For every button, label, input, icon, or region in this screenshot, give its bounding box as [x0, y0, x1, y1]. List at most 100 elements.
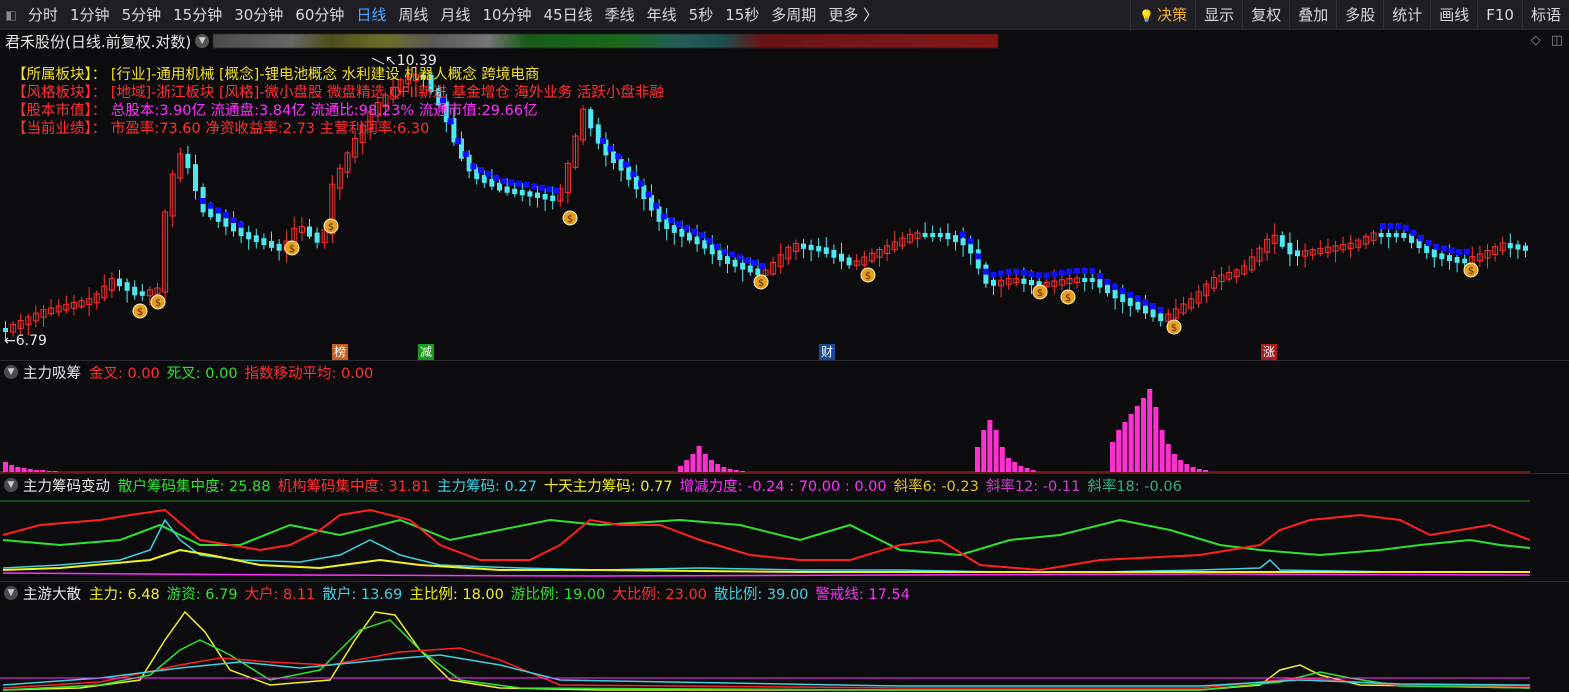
- event-marker[interactable]: 涨: [1261, 344, 1277, 360]
- signal-dot: [600, 138, 606, 144]
- candle-down: [1150, 309, 1156, 318]
- line-big-holder: [2, 647, 1531, 689]
- money-bag-icon[interactable]: $: [753, 274, 769, 290]
- histogram-bar: [46, 471, 52, 472]
- signal-dot: [523, 181, 530, 188]
- high-price-label: ↖10.39: [385, 53, 437, 69]
- signal-dot: [622, 161, 629, 168]
- signal-dot: [1142, 299, 1149, 306]
- candle-down: [937, 233, 943, 237]
- histogram-bar: [3, 462, 8, 472]
- indicator-value: 主力筹码: 0.27: [437, 478, 537, 495]
- candle-down: [991, 279, 996, 286]
- histogram-bar: [1184, 464, 1190, 472]
- signal-dot: [660, 213, 667, 220]
- histogram-bar: [40, 470, 46, 472]
- money-bag-icon[interactable]: $: [1463, 262, 1479, 278]
- indicator-value: 大比例: 23.00: [612, 586, 707, 603]
- indicator-value: 游比例: 19.00: [510, 586, 606, 603]
- signal-dot: [1074, 268, 1080, 274]
- event-marker[interactable]: 减: [418, 344, 434, 360]
- signal-dot: [1104, 278, 1111, 285]
- money-bag-icon[interactable]: $: [150, 294, 166, 310]
- histogram-bar: [1006, 458, 1011, 472]
- candle-down: [1431, 249, 1437, 258]
- chevron-down-icon[interactable]: ▼: [4, 365, 18, 379]
- svg-text:$: $: [1037, 288, 1043, 299]
- money-bag-icon[interactable]: $: [562, 210, 578, 226]
- indicator-value: 斜率18: -0.06: [1087, 478, 1182, 495]
- histogram-bar: [999, 447, 1005, 472]
- signal-dot: [1440, 245, 1447, 252]
- candle-down: [1454, 256, 1460, 263]
- signal-dot: [990, 271, 997, 278]
- signal-dot: [1448, 247, 1455, 254]
- candle-down: [253, 235, 259, 243]
- event-marker[interactable]: 榜: [332, 344, 348, 360]
- candle-down: [1029, 279, 1034, 286]
- money-bag-icon[interactable]: $: [132, 303, 148, 319]
- money-bag-icon[interactable]: $: [1032, 284, 1048, 300]
- candle-down: [1135, 301, 1141, 310]
- signal-dot: [1013, 268, 1020, 275]
- signal-dot: [1051, 271, 1058, 278]
- signal-dot: [1043, 272, 1050, 279]
- candle-down: [535, 192, 540, 198]
- money-bag-icon[interactable]: $: [1060, 289, 1076, 305]
- panel-header-accumulation: ▼ 主力吸筹 金叉: 0.00 死叉: 0.00 指数移动平均: 0.00: [0, 361, 1569, 383]
- indicator-value: 游资: 6.79: [166, 586, 238, 603]
- candle-down: [314, 232, 320, 243]
- money-bag-icon[interactable]: $: [284, 240, 300, 256]
- svg-text:$: $: [865, 271, 871, 282]
- panel-name[interactable]: 主游大散: [23, 583, 81, 604]
- histogram-bar: [715, 464, 721, 472]
- signal-dot: [200, 198, 206, 204]
- signal-dot: [1005, 268, 1012, 275]
- histogram-bar: [1024, 468, 1030, 472]
- line-institution-concentration: [2, 508, 1531, 572]
- candle-down: [1439, 253, 1445, 260]
- line-change-force: [2, 572, 1531, 577]
- histogram-bar: [1153, 407, 1159, 472]
- chevron-down-icon[interactable]: ▼: [4, 586, 18, 600]
- histogram-bar: [1196, 469, 1202, 472]
- money-bag-icon[interactable]: $: [323, 218, 339, 234]
- histogram-bar: [9, 465, 15, 472]
- histogram-bar: [1134, 406, 1140, 472]
- signal-dot: [967, 238, 974, 245]
- signal-dot: [1425, 240, 1432, 247]
- event-marker[interactable]: 财: [819, 344, 835, 360]
- money-bag-icon[interactable]: $: [1166, 319, 1182, 335]
- panel-name[interactable]: 主力吸筹: [23, 362, 81, 383]
- candle-down: [527, 191, 533, 197]
- signal-dot: [554, 187, 560, 194]
- candle-down: [808, 244, 814, 251]
- perf-key: 【当前业绩】：: [12, 121, 107, 137]
- candle-down: [1143, 305, 1148, 314]
- signal-dot: [1112, 284, 1118, 290]
- candle-down: [193, 164, 198, 191]
- signal-dot: [531, 183, 538, 190]
- candle-down: [831, 249, 837, 258]
- histogram-bar: [727, 469, 733, 472]
- candle-down: [953, 235, 958, 243]
- histogram-bar: [1165, 444, 1171, 472]
- signal-dot: [630, 171, 637, 177]
- money-bag-icon[interactable]: $: [860, 267, 876, 283]
- chevron-down-icon[interactable]: ▼: [4, 478, 18, 492]
- histogram-bar: [1012, 462, 1018, 472]
- signal-dot: [960, 231, 966, 237]
- panel-name[interactable]: 主力筹码变动: [23, 475, 110, 496]
- signal-dot: [1134, 295, 1141, 302]
- candle-down: [1105, 283, 1110, 294]
- signal-dot: [1119, 287, 1126, 294]
- indicator-value: 斜率6: -0.23: [893, 478, 979, 495]
- histogram-bar: [1110, 442, 1115, 472]
- candle-down: [185, 153, 191, 169]
- candle-down: [307, 226, 312, 237]
- candle-down: [1279, 235, 1285, 247]
- candle-down: [223, 217, 229, 227]
- signal-dot: [1058, 269, 1065, 276]
- signal-dot: [508, 179, 515, 186]
- candle-down: [132, 286, 138, 296]
